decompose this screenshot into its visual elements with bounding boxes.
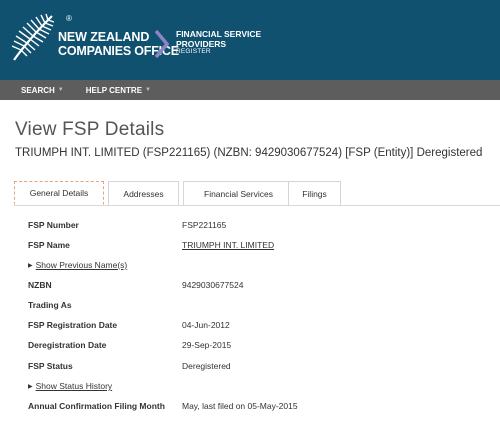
site-header: ® NEW ZEALAND COMPANIES OFFICE FINANCIAL… [0,0,500,80]
caret-down-icon: ▼ [57,87,64,93]
tab-general-details[interactable]: General Details [14,181,104,205]
deregistration-date-label: Deregistration Date [28,340,107,350]
tab-filings[interactable]: Filings [288,181,341,205]
fsp-number-label: FSP Number [28,220,79,230]
chevron-right-icon [155,30,169,58]
registration-date-label: FSP Registration Date [28,320,118,330]
fsp-status-label: FSP Status [28,361,73,371]
fsp-name-link[interactable]: TRIUMPH INT. LIMITED [182,240,274,250]
fsp-number-value: FSP221165 [182,220,227,230]
nzbn-label: NZBN [28,280,52,290]
deregistration-date-value: 29-Sep-2015 [182,340,232,350]
show-status-history-toggle[interactable]: ▶ Show Status History [28,381,112,391]
register-name-line3: REGISTER [176,48,211,55]
tab-addresses[interactable]: Addresses [108,181,179,205]
show-previous-names-label: Show Previous Name(s) [35,260,128,270]
page-subtitle: TRIUMPH INT. LIMITED (FSP221165) (NZBN: … [15,147,483,159]
nav-help-centre-label: HELP CENTRE [85,85,143,95]
tab-financial-services[interactable]: Financial Services [183,181,294,205]
registration-date-value: 04-Jun-2012 [182,320,230,330]
nav-search[interactable]: SEARCH ▼ [21,86,64,95]
trading-as-label: Trading As [28,300,72,310]
expand-triangle-icon: ▶ [28,262,33,269]
annual-filing-label: Annual Confirmation Filing Month [28,401,165,411]
register-name-line2: PROVIDERS [176,38,227,49]
nav-search-label: SEARCH [21,85,55,95]
caret-down-icon: ▼ [145,87,151,93]
page-title: View FSP Details [15,119,165,140]
show-previous-names-toggle[interactable]: ▶ Show Previous Name(s) [28,260,127,270]
org-name-line1[interactable]: NEW ZEALAND [58,30,149,44]
main-nav: SEARCH ▼ HELP CENTRE ▼ [0,80,500,100]
annual-filing-value: May, last filed on 05-May-2015 [182,401,298,411]
silver-fern-logo-icon[interactable] [10,12,56,64]
trademark-symbol: ® [66,14,72,23]
fsp-name-label: FSP Name [28,240,70,250]
expand-triangle-icon: ▶ [28,383,33,390]
tab-divider [14,205,500,206]
show-status-history-label: Show Status History [35,381,113,391]
nav-help-centre[interactable]: HELP CENTRE ▼ [86,86,151,95]
fsp-status-value: Deregistered [182,361,231,371]
nzbn-value: 9429030677524 [182,280,244,290]
register-name-line1: FINANCIAL SERVICE [176,29,262,39]
